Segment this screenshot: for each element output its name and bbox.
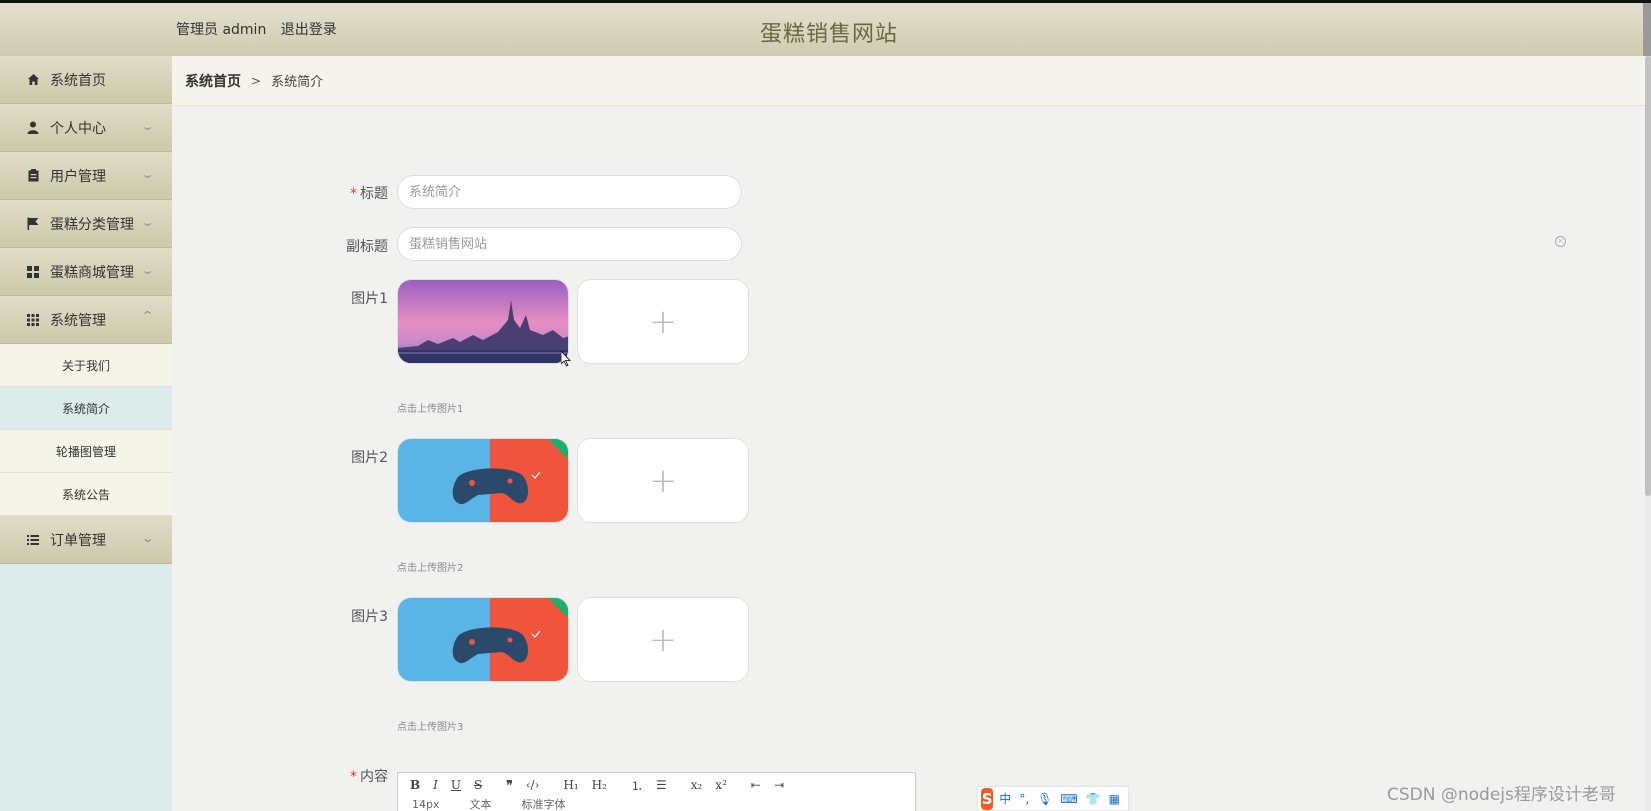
plus-icon: + (648, 301, 678, 342)
sogou-logo-icon: S (981, 787, 994, 810)
underline-button[interactable]: U (451, 778, 461, 792)
image2-upload-button[interactable]: + (577, 438, 749, 523)
bullet-list-button[interactable]: ☰ (656, 778, 667, 792)
strike-button[interactable]: S (474, 778, 482, 792)
mouse-cursor-icon (561, 351, 571, 367)
chevron-down-icon: ⌄ (140, 532, 155, 545)
sidebar-item-label: 蛋糕商城管理 (50, 264, 134, 281)
logout-link[interactable]: 退出登录 (281, 22, 337, 38)
title-label: * 标题 (350, 186, 388, 202)
image1-upload-button[interactable]: + (577, 279, 749, 364)
text-type-select[interactable]: 文本 (470, 797, 492, 811)
sidebar-item-label: 蛋糕分类管理 (50, 216, 134, 233)
admin-label: 管理员 admin (176, 22, 267, 38)
plus-icon: + (648, 460, 678, 501)
top-header: 管理员 admin 退出登录 蛋糕销售网站 (0, 0, 1651, 56)
chevron-down-icon: ⌄ (140, 168, 155, 181)
flag-icon (26, 217, 40, 231)
subtitle-input[interactable] (397, 227, 742, 261)
sidebar-item-order-management[interactable]: 订单管理 ⌄ (0, 516, 172, 564)
image1-hint: 点击上传图片1 (397, 404, 464, 415)
editor-toolbar: B I U S ❞ ‹/› H₁ H₂ ⒈ ☰ x₂ x² ⇤ ⇥ (398, 773, 915, 797)
image3-label: 图片3 (351, 609, 388, 625)
image2-hint: 点击上传图片2 (397, 563, 464, 574)
bold-button[interactable]: B (410, 778, 420, 792)
sidebar-subitem-system-intro[interactable]: 系统简介 (0, 387, 172, 430)
italic-button[interactable]: I (433, 778, 438, 792)
punctuation-icon[interactable]: °, (1019, 792, 1029, 806)
ordered-list-button[interactable]: ⒈ (631, 777, 643, 794)
image2-preview[interactable] (397, 438, 569, 523)
required-mark: * (350, 186, 357, 202)
sidebar-item-label: 系统管理 (50, 312, 106, 329)
plus-icon: + (648, 619, 678, 660)
microphone-icon[interactable]: 🎙 (1037, 792, 1052, 806)
rich-text-editor[interactable]: B I U S ❞ ‹/› H₁ H₂ ⒈ ☰ x₂ x² ⇤ ⇥ 14px 文… (397, 772, 916, 811)
keyboard-icon[interactable]: ⌨ (1060, 792, 1077, 806)
sidebar-item-personal-center[interactable]: 个人中心 ⌄ (0, 104, 172, 152)
title-input[interactable] (397, 175, 742, 209)
heading1-button[interactable]: H₁ (563, 778, 578, 792)
sidebar: 系统首页 个人中心 ⌄ 用户管理 ⌄ 蛋糕分类管理 ⌄ 蛋糕商城管理 ⌄ 系统管… (0, 56, 172, 811)
content-label: * 内容 (350, 769, 388, 785)
chevron-down-icon: ⌄ (140, 120, 155, 133)
clipboard-icon (26, 169, 40, 183)
scrollbar-thumb[interactable] (1645, 56, 1651, 496)
ime-toolbar[interactable]: S 中 °, 🎙 ⌨ 👕 ▦ (977, 786, 1129, 811)
sidebar-subitem-about-us[interactable]: 关于我们 (0, 344, 172, 387)
sidebar-subitem-announcement[interactable]: 系统公告 (0, 473, 172, 516)
subtitle-label: 副标题 (346, 239, 388, 255)
outdent-button[interactable]: ⇤ (751, 778, 761, 792)
breadcrumb-separator: > (251, 73, 262, 88)
sidebar-item-user-management[interactable]: 用户管理 ⌄ (0, 152, 172, 200)
code-button[interactable]: ‹/› (526, 778, 540, 792)
user-info: 管理员 admin 退出登录 (176, 19, 347, 39)
quote-button[interactable]: ❞ (506, 778, 512, 792)
list-icon (26, 533, 40, 547)
skin-icon[interactable]: 👕 (1086, 792, 1101, 806)
ime-mode-label[interactable]: 中 (999, 790, 1011, 807)
grid-icon (26, 265, 40, 279)
sidebar-subitem-carousel[interactable]: 轮播图管理 (0, 430, 172, 473)
header-scroll-strip (1643, 3, 1651, 56)
site-title: 蛋糕销售网站 (760, 22, 899, 47)
sidebar-item-cake-mall[interactable]: 蛋糕商城管理 ⌄ (0, 248, 172, 296)
sidebar-item-cake-category[interactable]: 蛋糕分类管理 ⌄ (0, 200, 172, 248)
subscript-button[interactable]: x₂ (691, 778, 703, 792)
indent-button[interactable]: ⇥ (774, 778, 784, 792)
chevron-down-icon: ⌄ (140, 264, 155, 277)
watermark: CSDN @nodejs程序设计老哥 (1387, 785, 1616, 805)
font-family-select[interactable]: 标准字体 (522, 797, 566, 811)
sidebar-item-home[interactable]: 系统首页 (0, 56, 172, 104)
chevron-up-icon: ⌄ (140, 308, 155, 321)
sidebar-item-label: 订单管理 (50, 532, 106, 549)
font-size-select[interactable]: 14px (412, 798, 440, 811)
toolbox-icon[interactable]: ▦ (1109, 792, 1120, 806)
clear-icon[interactable]: × (1555, 236, 1566, 247)
breadcrumb: 系统首页 > 系统简介 (172, 56, 1645, 106)
breadcrumb-current: 系统简介 (271, 75, 324, 90)
sidebar-item-label: 用户管理 (50, 168, 106, 185)
editor-toolbar-row2: 14px 文本 标准字体 (398, 797, 915, 811)
image1-preview[interactable] (397, 279, 569, 364)
sidebar-item-system-management[interactable]: 系统管理 ⌄ (0, 296, 172, 344)
vertical-scrollbar[interactable] (1645, 56, 1651, 811)
image3-upload-button[interactable]: + (577, 597, 749, 682)
heading2-button[interactable]: H₂ (592, 778, 607, 792)
required-mark: * (350, 769, 357, 785)
chevron-down-icon: ⌄ (140, 216, 155, 229)
image3-hint: 点击上传图片3 (397, 722, 464, 733)
user-icon (26, 121, 40, 135)
apps-icon (26, 313, 40, 327)
sidebar-item-label: 系统首页 (50, 72, 106, 89)
breadcrumb-home[interactable]: 系统首页 (185, 71, 241, 91)
sidebar-item-label: 个人中心 (50, 120, 106, 137)
image1-label: 图片1 (351, 291, 388, 307)
image3-preview[interactable] (397, 597, 569, 682)
superscript-button[interactable]: x² (715, 778, 727, 792)
image2-label: 图片2 (351, 450, 388, 466)
home-icon (26, 73, 40, 87)
